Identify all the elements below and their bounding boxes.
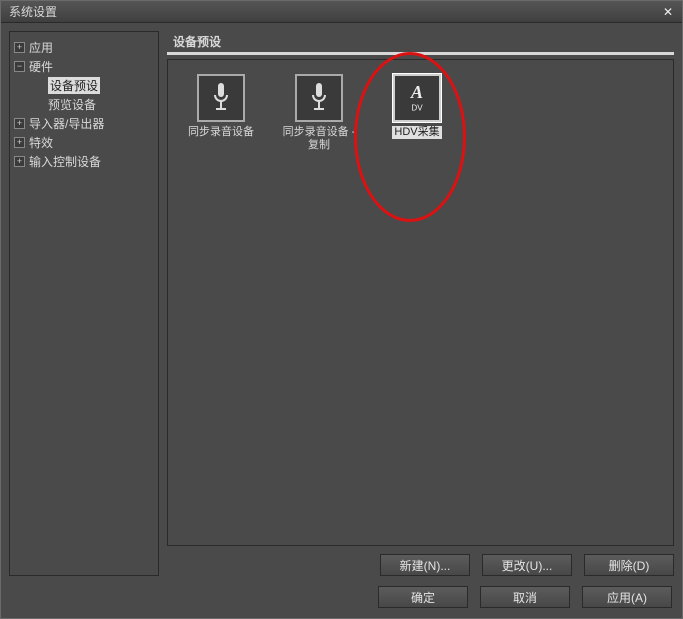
expand-icon[interactable]: + — [14, 42, 25, 53]
tree-item-input-control[interactable]: + 输入控制设备 — [14, 152, 154, 171]
preset-list: 同步录音设备 同步录音设备 - 复制 A — [167, 59, 674, 546]
tree-item-effects[interactable]: + 特效 — [14, 133, 154, 152]
delete-button[interactable]: 删除(D) — [584, 554, 674, 576]
tree-label: 预览设备 — [48, 96, 96, 113]
preset-action-bar: 新建(N)... 更改(U)... 删除(D) — [167, 554, 674, 576]
system-settings-window: 系统设置 ✕ + 应用 − 硬件 设备预设 预览设备 — [0, 0, 683, 619]
right-panel: 设备预设 同步录音设备 同步录音设 — [167, 31, 674, 576]
expand-icon[interactable]: + — [14, 137, 25, 148]
preset-sync-record-copy[interactable]: 同步录音设备 - 复制 — [280, 74, 358, 152]
tree-item-device-preset[interactable]: 设备预设 — [14, 76, 154, 95]
expand-icon[interactable]: + — [14, 156, 25, 167]
titlebar[interactable]: 系统设置 ✕ — [1, 1, 682, 23]
tree-item-app[interactable]: + 应用 — [14, 38, 154, 57]
main-area: + 应用 − 硬件 设备预设 预览设备 + 导入器/导出器 — [9, 31, 674, 576]
expand-icon[interactable]: + — [14, 118, 25, 129]
preset-label: HDV采集 — [392, 126, 441, 139]
collapse-icon[interactable]: − — [14, 61, 25, 72]
settings-tree[interactable]: + 应用 − 硬件 设备预设 预览设备 + 导入器/导出器 — [9, 31, 159, 576]
apply-button[interactable]: 应用(A) — [582, 586, 672, 608]
preset-label: 同步录音设备 — [188, 126, 254, 139]
close-icon[interactable]: ✕ — [658, 4, 678, 20]
cancel-button[interactable]: 取消 — [480, 586, 570, 608]
tree-item-preview-device[interactable]: 预览设备 — [14, 95, 154, 114]
tree-label: 设备预设 — [48, 77, 100, 94]
tree-label: 特效 — [29, 134, 53, 151]
ok-button[interactable]: 确定 — [378, 586, 468, 608]
preset-hdv-capture[interactable]: A DV HDV采集 — [378, 74, 456, 139]
new-button[interactable]: 新建(N)... — [380, 554, 470, 576]
section-header: 设备预设 — [167, 31, 674, 55]
svg-text:A: A — [410, 82, 423, 102]
svg-text:DV: DV — [411, 104, 423, 113]
preset-sync-record[interactable]: 同步录音设备 — [182, 74, 260, 139]
tree-label: 硬件 — [29, 58, 53, 75]
change-button[interactable]: 更改(U)... — [482, 554, 572, 576]
tree-label: 导入器/导出器 — [29, 115, 104, 132]
window-body: + 应用 − 硬件 设备预设 预览设备 + 导入器/导出器 — [1, 23, 682, 618]
preset-label: 同步录音设备 - 复制 — [280, 126, 358, 152]
tree-item-hardware[interactable]: − 硬件 — [14, 57, 154, 76]
tree-item-importer-exporter[interactable]: + 导入器/导出器 — [14, 114, 154, 133]
dv-icon: A DV — [393, 74, 441, 122]
microphone-icon — [197, 74, 245, 122]
dialog-footer: 确定 取消 应用(A) — [9, 576, 674, 610]
tree-label: 应用 — [29, 39, 53, 56]
microphone-icon — [295, 74, 343, 122]
tree-label: 输入控制设备 — [29, 153, 101, 170]
window-title: 系统设置 — [9, 3, 57, 20]
